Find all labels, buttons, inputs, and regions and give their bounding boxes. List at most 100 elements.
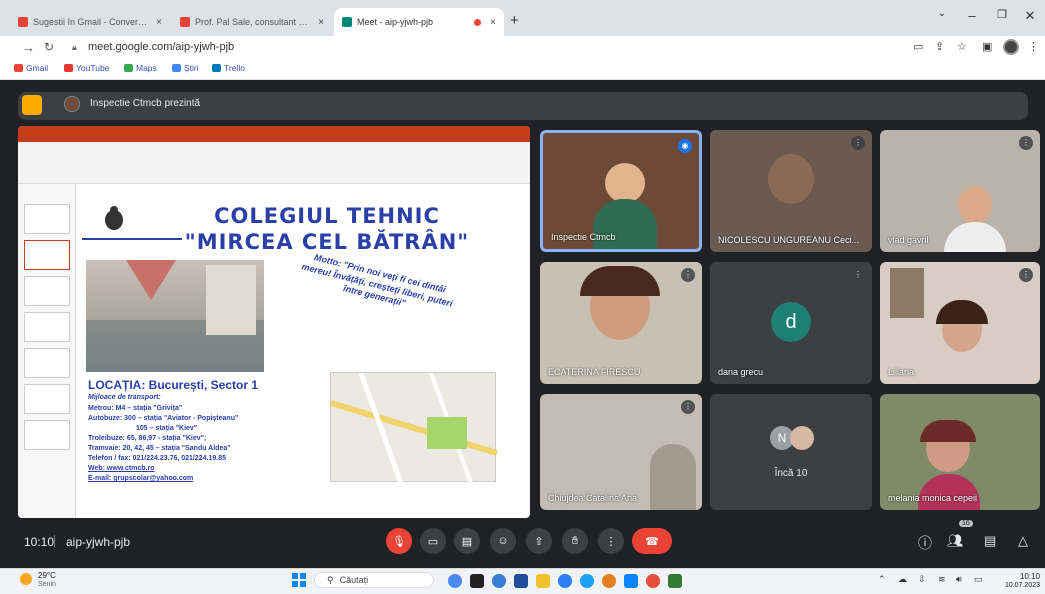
new-tab-button[interactable]: +: [510, 12, 519, 29]
email-link[interactable]: E-mail: grupscolar@yahoo.com: [88, 474, 238, 484]
chrome-icon[interactable]: [646, 574, 660, 588]
presentation-app-icon[interactable]: [22, 95, 42, 115]
tab-search-icon[interactable]: ⌄: [928, 8, 956, 19]
url-field[interactable]: meet.google.com/aip-yjwh-pjb: [88, 41, 234, 53]
participant-tile-6[interactable]: ⋮ Liliana: [880, 262, 1040, 384]
more-options-icon[interactable]: ⋮: [851, 268, 865, 282]
taskbar-app-icon[interactable]: [668, 574, 682, 588]
people-icon[interactable]: 👥︎: [947, 533, 964, 549]
taskbar-app-icon[interactable]: [624, 574, 638, 588]
battery-icon[interactable]: ▭: [974, 574, 983, 585]
taskbar-app-icon[interactable]: [514, 574, 528, 588]
mic-off-button[interactable]: 🎙︎: [386, 528, 412, 554]
close-tab-icon[interactable]: ×: [318, 17, 324, 28]
bookmark-gmail[interactable]: Gmail: [14, 63, 48, 73]
edge-icon[interactable]: [580, 574, 594, 588]
bookmark-stiri[interactable]: Știri: [172, 63, 199, 73]
slide-thumbnail[interactable]: [24, 348, 70, 378]
slide-thumbnail[interactable]: [24, 276, 70, 306]
more-options-icon[interactable]: ⋮: [1019, 136, 1033, 150]
news-icon: [172, 64, 181, 72]
participant-tile-1[interactable]: ◉ Inspectie Ctmcb: [540, 130, 702, 252]
activities-icon[interactable]: △: [1018, 533, 1028, 549]
bookmark-star-icon[interactable]: ☆: [957, 40, 967, 53]
trello-icon: [212, 64, 221, 72]
school-logo: [100, 204, 128, 232]
present-button[interactable]: ⇧: [526, 528, 552, 554]
wifi-icon[interactable]: ≋: [938, 574, 946, 585]
clock-date: 10.07.2023: [1004, 582, 1040, 589]
participant-name: ECATERINA FIRESCU: [548, 367, 641, 377]
close-tab-icon[interactable]: ×: [490, 17, 496, 28]
slide-thumbnail[interactable]: [24, 384, 70, 414]
slide-thumbnail[interactable]: [24, 312, 70, 342]
raise-hand-button[interactable]: ✋︎: [562, 528, 588, 554]
onedrive-icon[interactable]: ☁︎: [898, 574, 907, 585]
usb-icon[interactable]: ⇩: [918, 574, 926, 585]
more-options-button[interactable]: ⋮: [598, 528, 624, 554]
close-tab-icon[interactable]: ×: [156, 17, 162, 28]
leave-call-button[interactable]: ☎︎: [632, 528, 672, 554]
participant-tile-7[interactable]: ⋮ Chiujdea Catalina Ana: [540, 394, 702, 510]
divider: [54, 535, 55, 547]
slide-thumbnail-selected[interactable]: [24, 240, 70, 270]
bookmark-maps[interactable]: Maps: [124, 63, 157, 73]
more-options-icon[interactable]: ⋮: [851, 136, 865, 150]
website-link[interactable]: Web: www.ctmcb.ro: [88, 464, 238, 474]
participant-tile-more[interactable]: N Încă 10: [710, 394, 872, 510]
windows-start-icon[interactable]: [292, 573, 306, 587]
bookmark-trello[interactable]: Trello: [212, 63, 245, 73]
participant-tile-2[interactable]: ⋮ NICOLESCU UNGUREANU Ceci...: [710, 130, 872, 252]
participant-face: [958, 186, 992, 224]
participant-tile-4[interactable]: ⋮ ECATERINA FIRESCU: [540, 262, 702, 384]
sun-icon: [20, 573, 32, 585]
browser-tab-meet[interactable]: Meet - aip-yjwh-pjb ×: [334, 8, 504, 36]
captions-button[interactable]: ▤: [454, 528, 480, 554]
bookmark-youtube[interactable]: YouTube: [64, 63, 109, 73]
powerpoint-ribbon: [18, 142, 530, 184]
lock-icon[interactable]: 🔒︎: [72, 42, 77, 53]
folder-icon[interactable]: [536, 574, 550, 588]
profile-avatar[interactable]: [1003, 39, 1019, 55]
more-participants-label: Încă 10: [774, 468, 808, 479]
gmail-icon: [18, 17, 28, 27]
taskbar-search[interactable]: ⚲ Căutați: [314, 572, 434, 588]
more-options-icon[interactable]: ⋮: [681, 400, 695, 414]
more-options-icon[interactable]: ⋮: [1019, 268, 1033, 282]
more-options-icon[interactable]: ⋮: [681, 268, 695, 282]
back-icon[interactable]: →: [22, 40, 35, 55]
taskbar-app-icon[interactable]: [470, 574, 484, 588]
show-hidden-icons[interactable]: ⌃: [878, 574, 886, 585]
weather-temp[interactable]: 29°C: [38, 571, 56, 580]
hand-icon: ✋︎: [571, 534, 579, 547]
camera-button[interactable]: ▭: [420, 528, 446, 554]
taskbar-app-icon[interactable]: [558, 574, 572, 588]
emoji-button[interactable]: ☺: [490, 528, 516, 554]
minimize-icon[interactable]: –: [958, 8, 986, 23]
share-icon[interactable]: ⇪: [935, 40, 944, 53]
browser-tab-gmail-1[interactable]: Sugestii în Gmail - Conversație - Gmail …: [10, 8, 170, 36]
reload-icon[interactable]: ↻: [44, 40, 54, 54]
clock-time[interactable]: 10:10: [994, 572, 1040, 581]
taskbar-app-icon[interactable]: [492, 574, 506, 588]
slide-thumbnail[interactable]: [24, 420, 70, 450]
participant-tile-3[interactable]: ⋮ vlad gavril: [880, 130, 1040, 252]
participant-tile-8[interactable]: melania monica cepeii: [880, 394, 1040, 510]
slide-thumbnail[interactable]: [24, 204, 70, 234]
audio-active-icon: ◉: [678, 139, 692, 153]
taskbar-app-icon[interactable]: [448, 574, 462, 588]
chat-icon[interactable]: ▤: [984, 533, 996, 549]
taskbar-app-icon[interactable]: [602, 574, 616, 588]
meeting-info-icon[interactable]: ⓘ: [918, 533, 932, 553]
gmail-icon: [180, 17, 190, 27]
menu-kebab-icon[interactable]: ⋮: [1028, 40, 1039, 53]
sidepanel-icon[interactable]: ▣: [982, 40, 992, 53]
restore-icon[interactable]: ❐: [988, 8, 1016, 21]
transport-line: Metrou: M4 – stația "Grivița": [88, 405, 183, 412]
cast-icon[interactable]: ▭: [913, 40, 923, 53]
volume-icon[interactable]: 🔊︎: [956, 574, 962, 585]
participant-tile-5[interactable]: d ⋮ dana grecu: [710, 262, 872, 384]
close-window-icon[interactable]: ✕: [1016, 8, 1044, 24]
title-underline: [82, 238, 182, 240]
browser-tab-gmail-2[interactable]: Prof. Pal Sale, consultant ME - Gmail ×: [172, 8, 332, 36]
